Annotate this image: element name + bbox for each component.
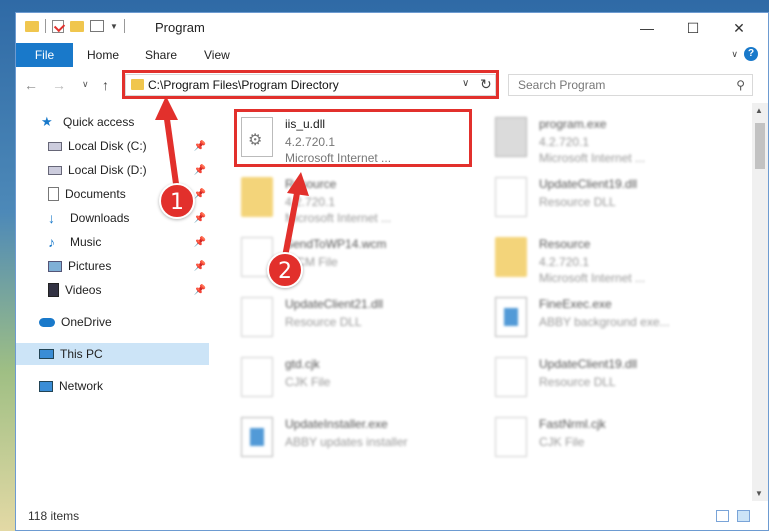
arrow-2 [281, 187, 301, 263]
annotation-arrows [155, 96, 309, 263]
arrow-2-head [287, 172, 309, 196]
step-badge-1: 1 [159, 183, 195, 219]
step-badge-2: 2 [267, 252, 303, 288]
arrow-1-head [155, 96, 178, 120]
